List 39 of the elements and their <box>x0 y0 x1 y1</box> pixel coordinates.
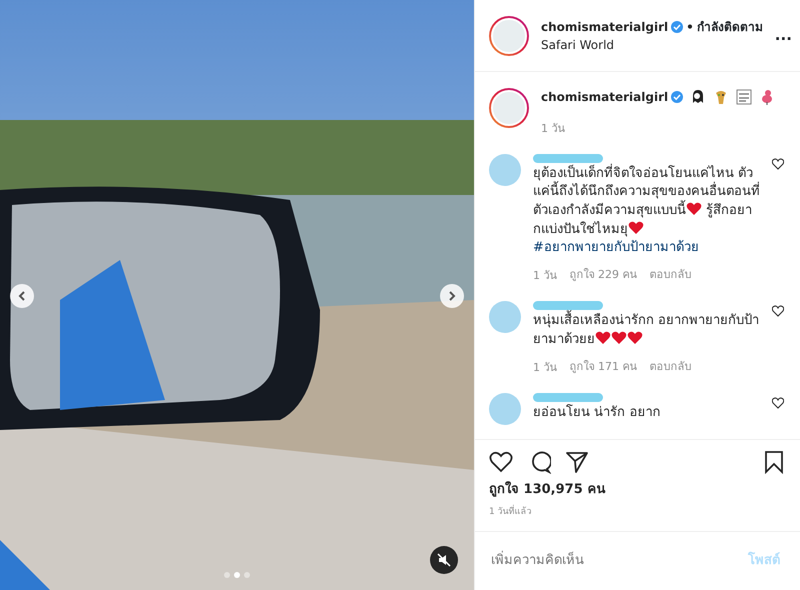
comment-text: ยุต้องเป็นเด็กที่จิตใจอ่อนโยนแค่ไหน ตัวแค่นี้ถึงได้นึกถึงความสุขของคนอื่นตอนที่ตัวเองกำลังมีความสุขแบบนี้ รู้สึกอยากแบ่งปันใช่ไหมยุ #อยากพายายกับป้ายามาด้วย <box>533 165 760 257</box>
username-link[interactable]: chomismaterialgirl <box>541 18 668 36</box>
avatar[interactable] <box>489 88 529 128</box>
comment-text: หนุ่มเสื้อเหลืองน่ารักก อยากพายายกับป้ายามาด้วยย <box>533 312 760 349</box>
heart-emoji-icon <box>611 330 627 345</box>
comment-time: 1 วัน <box>533 360 558 376</box>
hashtag-link[interactable]: #อยากพายายกับป้ายามาด้วย <box>533 240 699 255</box>
post-time: 1 วัน <box>541 121 566 137</box>
location-link[interactable]: Safari World <box>541 36 614 54</box>
avatar[interactable] <box>489 16 529 56</box>
heart-outline-icon <box>489 450 513 474</box>
carousel-dot[interactable] <box>224 572 230 578</box>
heart-emoji-icon <box>595 330 611 345</box>
share-button[interactable] <box>565 450 589 474</box>
separator-text: • <box>686 18 694 36</box>
following-button[interactable]: กำลังติดตาม <box>696 18 763 36</box>
more-options-button[interactable]: ... <box>774 24 792 47</box>
comment-time: 1 วัน <box>533 268 558 284</box>
heart-emoji-icon <box>628 220 644 235</box>
muted-speaker-icon <box>437 553 451 567</box>
carousel-dot[interactable] <box>244 572 250 578</box>
heart-outline-icon <box>772 158 784 170</box>
heart-outline-icon <box>772 397 784 409</box>
like-button[interactable] <box>489 450 513 474</box>
likes-count: ถูกใจ 130,975 คน <box>488 480 606 499</box>
heart-emoji-icon <box>686 201 702 216</box>
username-link[interactable]: chomismaterialgirl <box>541 88 668 106</box>
bookmark-icon <box>762 450 786 474</box>
post-date: 1 วันที่แล้ว <box>475 502 800 532</box>
chevron-left-icon <box>17 291 27 301</box>
chevron-right-icon <box>447 291 457 301</box>
paper-plane-icon <box>565 450 589 474</box>
like-comment-button[interactable] <box>772 158 786 172</box>
heart-outline-icon <box>772 305 784 317</box>
save-button[interactable] <box>762 450 786 474</box>
like-comment-button[interactable] <box>772 397 786 411</box>
heart-emoji-icon <box>627 330 643 345</box>
comment-text: ยอ่อนโยน น่ารัก อยาก <box>533 404 662 422</box>
like-comment-button[interactable] <box>772 305 786 319</box>
